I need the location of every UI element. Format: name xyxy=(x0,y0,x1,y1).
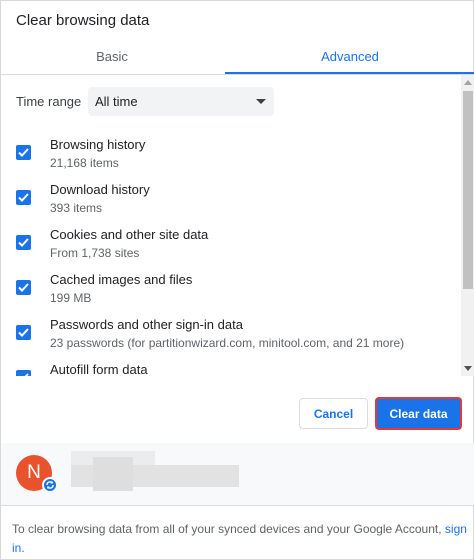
download-history-subtitle: 393 items xyxy=(50,201,103,215)
option-browsing-history: Browsing history 21,168 items xyxy=(1,137,461,182)
download-history-checkbox[interactable] xyxy=(16,190,31,205)
check-icon xyxy=(18,283,29,292)
autofill-title: Autofill form data xyxy=(50,362,148,376)
scroll-down-icon[interactable] xyxy=(464,366,472,371)
check-icon xyxy=(18,193,29,202)
clear-browsing-data-dialog: Clear browsing data Basic Advanced Time … xyxy=(0,0,474,560)
divider xyxy=(1,505,474,506)
scrollbar[interactable] xyxy=(461,75,474,376)
options-scroll-area[interactable]: Time range All time Browsing history 21,… xyxy=(1,75,474,376)
browsing-history-subtitle: 21,168 items xyxy=(50,156,119,170)
check-icon xyxy=(18,328,29,337)
check-icon xyxy=(18,148,29,157)
passwords-checkbox[interactable] xyxy=(16,325,31,340)
cached-files-checkbox[interactable] xyxy=(16,280,31,295)
option-cookies: Cookies and other site data From 1,738 s… xyxy=(1,227,461,272)
scroll-up-icon[interactable] xyxy=(464,80,472,85)
passwords-subtitle: 23 passwords (for partitionwizard.com, m… xyxy=(50,336,405,350)
passwords-title: Passwords and other sign-in data xyxy=(50,317,243,332)
tab-bar: Basic Advanced xyxy=(1,39,474,75)
check-icon xyxy=(18,238,29,247)
time-range-select[interactable]: All time xyxy=(88,87,274,116)
sign-in-notice-text: To clear browsing data from all of your … xyxy=(12,522,442,536)
option-autofill: Autofill form data xyxy=(1,362,461,376)
dropdown-arrow-icon xyxy=(256,99,266,104)
sign-in-notice: To clear browsing data from all of your … xyxy=(12,520,467,558)
cookies-subtitle: From 1,738 sites xyxy=(50,246,140,260)
browsing-history-checkbox[interactable] xyxy=(16,145,31,160)
cancel-button[interactable]: Cancel xyxy=(299,398,368,429)
scrollbar-thumb[interactable] xyxy=(463,91,473,289)
option-cached-files: Cached images and files 199 MB xyxy=(1,272,461,317)
clear-data-button[interactable]: Clear data xyxy=(375,397,462,430)
tab-advanced[interactable]: Advanced xyxy=(225,39,474,74)
account-detail-blurred xyxy=(93,457,133,491)
dialog-actions: Cancel Clear data xyxy=(1,376,474,443)
cached-files-title: Cached images and files xyxy=(50,272,193,287)
active-tab-indicator xyxy=(225,72,474,74)
time-range-value: All time xyxy=(95,94,138,109)
clear-data-label: Clear data xyxy=(389,406,448,421)
cached-files-subtitle: 199 MB xyxy=(50,291,92,305)
dialog-title: Clear browsing data xyxy=(16,12,150,29)
cookies-checkbox[interactable] xyxy=(16,235,31,250)
tab-basic[interactable]: Basic xyxy=(1,39,223,74)
account-section: N xyxy=(1,443,474,505)
sync-icon xyxy=(42,477,58,493)
option-passwords: Passwords and other sign-in data 23 pass… xyxy=(1,317,461,362)
download-history-title: Download history xyxy=(50,182,150,197)
time-range-label: Time range xyxy=(16,94,82,109)
option-download-history: Download history 393 items xyxy=(1,182,461,227)
browsing-history-title: Browsing history xyxy=(50,137,146,152)
cookies-title: Cookies and other site data xyxy=(50,227,209,242)
